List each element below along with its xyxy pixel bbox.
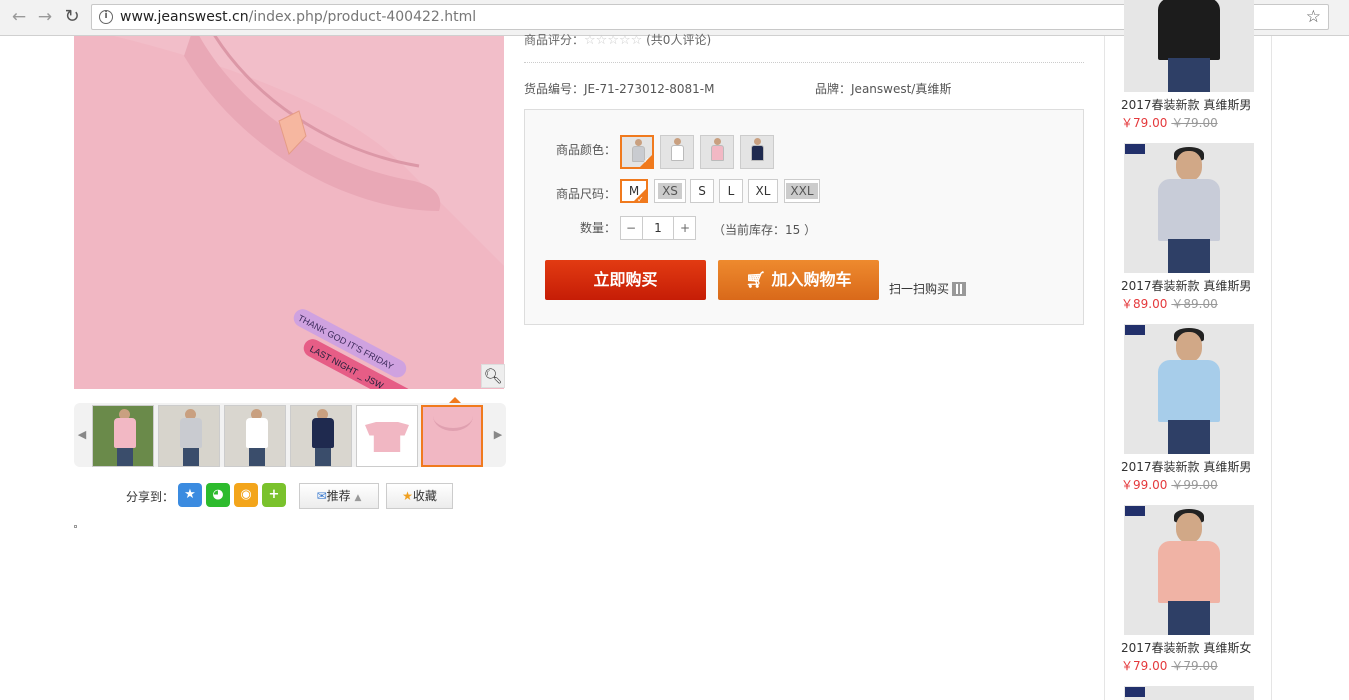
recommend-item-name[interactable]: 2017春装新款 真维斯男 — [1121, 96, 1251, 113]
recommend-item-image[interactable] — [1124, 324, 1254, 454]
size-option-l[interactable]: L — [719, 179, 743, 203]
size-option-label: S — [698, 184, 706, 198]
brand-tag-icon — [1125, 506, 1145, 516]
color-swatch-2[interactable] — [660, 135, 694, 169]
size-option-xs[interactable]: XS — [654, 179, 686, 203]
brand-tag-icon — [1125, 687, 1145, 697]
scan-to-buy[interactable]: 扫一扫购买 — [889, 280, 967, 297]
scan-buy-label: 扫一扫购买 — [889, 282, 950, 296]
qty-plus-button[interactable]: + — [675, 217, 695, 239]
color-label: 商品颜色： — [556, 143, 617, 157]
brand-tag-icon — [1125, 144, 1145, 154]
rating-count[interactable]: (共0人评论) — [646, 33, 711, 47]
brand-label: 品牌： — [815, 82, 852, 96]
sku-label: 货品编号： — [524, 82, 585, 96]
brand-row: 品牌：Jeanswest/真维斯 — [815, 80, 951, 97]
size-label: 商品尺码： — [556, 187, 617, 201]
size-option-label: XL — [755, 184, 771, 198]
size-option-xxl[interactable]: XXL — [784, 179, 820, 203]
thumbnail-2[interactable] — [158, 405, 220, 467]
rating-stars-icon: ☆☆☆☆☆ — [584, 33, 643, 48]
color-swatch-1[interactable] — [620, 135, 654, 169]
thumb-next-icon[interactable]: ▶ — [490, 403, 506, 467]
thumbnail-3[interactable] — [224, 405, 286, 467]
recommend-button[interactable]: ✉推荐 ▲ — [299, 483, 379, 509]
wechat-share-icon[interactable]: ◕ — [206, 483, 230, 507]
qty-input[interactable]: 1 — [642, 217, 674, 239]
recommend-item-image[interactable] — [1124, 143, 1254, 273]
thumbnail-6[interactable] — [421, 405, 483, 467]
recommend-item-name[interactable]: 2017春装新款 真维斯男 — [1121, 458, 1251, 475]
product-main-image[interactable]: THANK GOD IT'S FRIDAY LAST NIGHT _ JSW — [74, 36, 504, 389]
recommend-item-image[interactable] — [1124, 0, 1254, 92]
color-swatch-4[interactable] — [740, 135, 774, 169]
mail-icon: ✉ — [316, 489, 327, 503]
quantity-stepper: − 1 + — [620, 216, 696, 240]
recommend-item-image[interactable] — [1124, 505, 1254, 635]
rating-row: 商品评分：☆☆☆☆☆ (共0人评论) — [524, 31, 711, 57]
more-share-icon[interactable]: + — [262, 483, 286, 507]
caret-up-icon: ▲ — [354, 493, 362, 503]
selected-check-icon — [634, 189, 646, 210]
shirt-illustration: THANK GOD IT'S FRIDAY LAST NIGHT _ JSW — [74, 36, 504, 389]
qty-label: 数量： — [580, 221, 617, 235]
back-icon[interactable]: ← — [8, 6, 30, 28]
recommend-item-price: ￥89.00 ￥89.00 — [1121, 297, 1218, 311]
share-label: 分享到： — [126, 490, 175, 504]
favorite-button[interactable]: ★收藏 — [386, 483, 453, 509]
recommend-label: 推荐 — [326, 489, 351, 503]
favorite-label: 收藏 — [412, 489, 437, 503]
selected-check-icon — [640, 155, 652, 167]
thumbnail-4[interactable] — [290, 405, 352, 467]
brand-tag-icon — [1125, 325, 1145, 335]
url-text[interactable]: www.jeanswest.cn/index.php/product-40042… — [120, 9, 476, 25]
star-icon: ★ — [402, 489, 413, 503]
qzone-share-icon[interactable]: ★ — [178, 483, 202, 507]
size-option-xl[interactable]: XL — [748, 179, 778, 203]
size-option-label: XS — [658, 183, 682, 199]
zoom-icon[interactable]: 🔍︎ — [481, 364, 505, 388]
sku-row: 货品编号：JE-71-273012-8081-M — [524, 80, 714, 97]
forward-icon[interactable]: → — [34, 6, 56, 28]
rating-label: 商品评分： — [524, 33, 585, 47]
recommend-item-price: ￥99.00 ￥99.00 — [1121, 478, 1218, 492]
sku-value: JE-71-273012-8081-M — [584, 82, 715, 96]
add-to-cart-button[interactable]: 🛒︎ 加入购物车 — [718, 260, 879, 300]
recommend-item-price: ￥79.00 ￥79.00 — [1121, 659, 1218, 673]
cart-icon: 🛒︎ — [745, 270, 766, 289]
size-option-s[interactable]: S — [690, 179, 714, 203]
stock-text: （当前库存：15 ） — [713, 223, 817, 237]
add-to-cart-label: 加入购物车 — [771, 270, 852, 289]
qty-minus-button[interactable]: − — [621, 217, 641, 239]
brand-value[interactable]: Jeanswest/真维斯 — [851, 82, 951, 96]
color-swatch-3[interactable] — [700, 135, 734, 169]
recommend-item-price: ￥79.00 ￥79.00 — [1121, 116, 1218, 130]
size-option-label: XXL — [786, 183, 818, 199]
size-option-label: L — [727, 184, 735, 198]
weibo-share-icon[interactable]: ◉ — [234, 483, 258, 507]
reload-icon[interactable]: ↻ — [61, 6, 83, 28]
qr-code-icon — [952, 282, 967, 296]
recommend-item-name[interactable]: 2017春装新款 真维斯女 — [1121, 639, 1251, 656]
divider — [524, 62, 1084, 63]
recommend-item-name[interactable]: 2017春装新款 真维斯男 — [1121, 277, 1251, 294]
thumbnail-1[interactable] — [92, 405, 154, 467]
info-icon[interactable]: i — [99, 10, 113, 24]
thumb-prev-icon[interactable]: ◀ — [74, 403, 90, 467]
size-option-m[interactable]: M — [620, 179, 648, 210]
thumbnail-strip: ◀ ▶ — [74, 403, 506, 467]
buy-now-button[interactable]: 立即购买 — [545, 260, 706, 300]
bookmark-star-icon[interactable]: ☆ — [1306, 7, 1321, 27]
thumbnail-5[interactable] — [356, 405, 418, 467]
small-marker — [74, 525, 77, 528]
